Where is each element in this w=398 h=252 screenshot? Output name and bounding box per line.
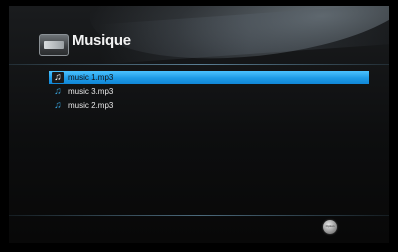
- file-list: ♫ music 1.mp3 ♫ music 3.mp3 ♫ music 2.mp…: [49, 71, 369, 113]
- header: Musique: [9, 6, 389, 66]
- tv-frame: Musique ♫ music 1.mp3 ♫ music 3.mp3 ♫ mu…: [0, 0, 398, 252]
- file-name: music 1.mp3: [68, 73, 114, 82]
- file-name: music 3.mp3: [68, 87, 114, 96]
- footer-divider: [9, 215, 389, 216]
- media-browser-screen: Musique ♫ music 1.mp3 ♫ music 3.mp3 ♫ mu…: [9, 6, 389, 243]
- header-divider: [9, 64, 389, 65]
- music-device-icon: [39, 34, 69, 56]
- music-note-icon: ♫: [54, 86, 62, 97]
- file-row-music-2[interactable]: ♫ music 2.mp3: [49, 99, 369, 112]
- music-note-icon: ♫: [52, 72, 64, 83]
- music-note-icon: ♫: [54, 100, 62, 111]
- page-title: Musique: [72, 32, 131, 49]
- music-device-icon-detail: [44, 41, 64, 49]
- option-button-label: Option: [325, 224, 335, 228]
- file-name: music 2.mp3: [68, 101, 114, 110]
- file-row-music-1[interactable]: ♫ music 1.mp3: [49, 71, 369, 84]
- option-button[interactable]: Option: [323, 220, 337, 234]
- file-row-music-3[interactable]: ♫ music 3.mp3: [49, 85, 369, 98]
